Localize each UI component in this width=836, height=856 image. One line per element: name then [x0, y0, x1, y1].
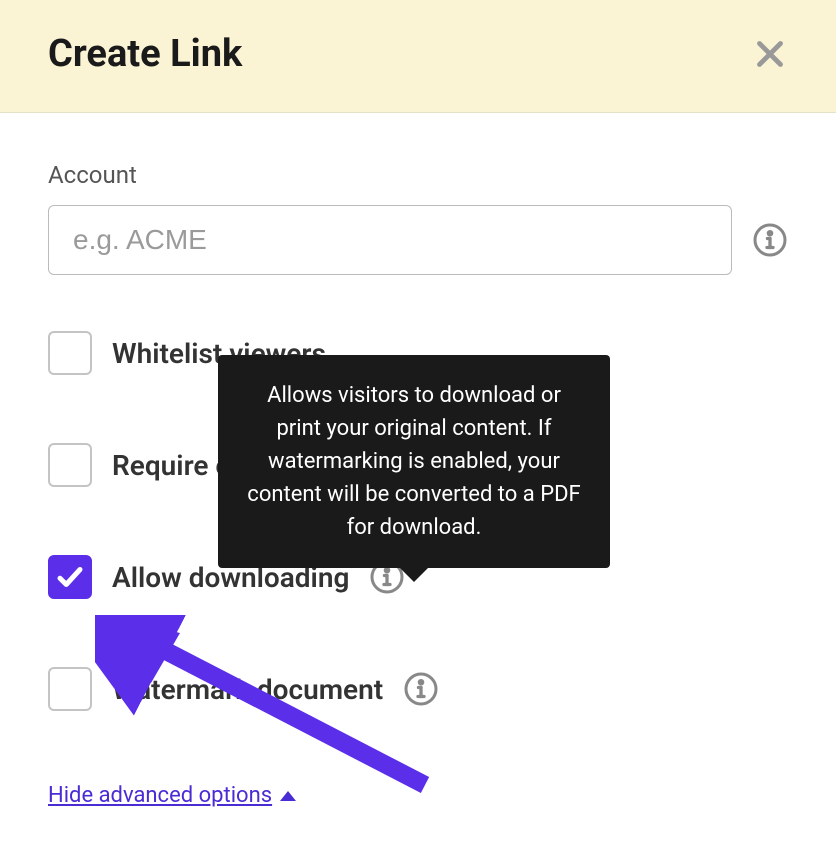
watermark-label: Watermark document — [112, 673, 383, 706]
account-label: Account — [48, 161, 788, 189]
watermark-info-icon[interactable] — [403, 671, 439, 707]
account-info-icon[interactable] — [752, 222, 788, 258]
dialog-title: Create Link — [48, 32, 242, 76]
checkmark-icon — [55, 562, 85, 592]
whitelist-checkbox[interactable] — [48, 331, 92, 375]
account-row — [48, 205, 788, 275]
allow-downloading-tooltip: Allows visitors to download or print you… — [218, 355, 610, 568]
close-button[interactable] — [752, 36, 788, 72]
require-email-checkbox[interactable] — [48, 443, 92, 487]
allow-downloading-checkbox[interactable] — [48, 555, 92, 599]
caret-up-icon — [280, 791, 296, 801]
close-icon — [752, 36, 788, 72]
dialog-header: Create Link — [0, 0, 836, 113]
hide-advanced-link[interactable]: Hide advanced options — [48, 783, 296, 808]
account-input[interactable] — [48, 205, 732, 275]
watermark-checkbox[interactable] — [48, 667, 92, 711]
watermark-row: Watermark document — [48, 667, 788, 711]
hide-advanced-label: Hide advanced options — [48, 783, 272, 808]
